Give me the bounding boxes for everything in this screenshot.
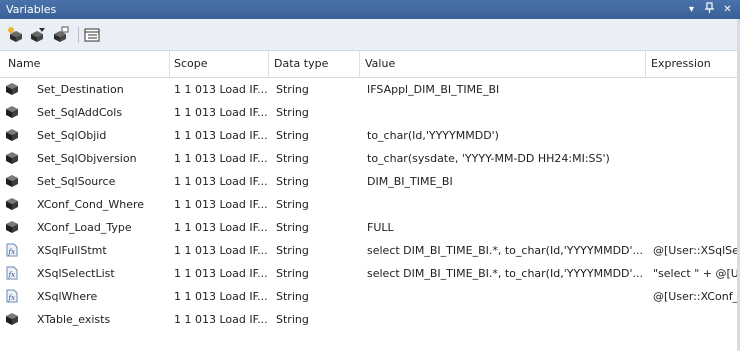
variable-data-type-cell[interactable]: String	[276, 170, 356, 193]
variable-expression-cell[interactable]	[653, 124, 740, 147]
variable-data-type-cell[interactable]: String	[276, 216, 356, 239]
close-icon[interactable]: ✕	[720, 2, 735, 17]
variable-expression-cell[interactable]	[653, 308, 740, 331]
variable-expression-cell[interactable]: @[User::XConf_	[653, 285, 740, 308]
expression-variable-icon: fx	[5, 266, 19, 280]
variable-scope-cell[interactable]: 1 1 013 Load IF...	[174, 216, 269, 239]
variable-icon	[5, 220, 19, 234]
variable-scope-cell[interactable]: 1 1 013 Load IF...	[174, 285, 269, 308]
variable-value-cell[interactable]: IFSAppl_DIM_BI_TIME_BI	[367, 78, 642, 101]
variable-scope-cell[interactable]: 1 1 013 Load IF...	[174, 147, 269, 170]
variable-data-type-cell[interactable]: String	[276, 193, 356, 216]
delete-variable-icon[interactable]	[29, 26, 47, 44]
variable-value-cell[interactable]: to_char(sysdate, 'YYYY-MM-DD HH24:MI:SS'…	[367, 147, 642, 170]
add-variable-icon[interactable]	[6, 26, 24, 44]
variable-name-cell[interactable]: Set_SqlAddCols	[37, 101, 167, 124]
variable-expression-cell[interactable]: "select " + @[U	[653, 262, 740, 285]
grid-options-icon[interactable]	[83, 26, 101, 44]
variable-expression-cell[interactable]: @[User::XSqlSe	[653, 239, 740, 262]
variable-value-cell[interactable]: to_char(Id,'YYYYMMDD')	[367, 124, 642, 147]
table-row[interactable]: Set_SqlObjid 1 1 013 Load IF... String to_c…	[0, 124, 740, 147]
variable-name-cell[interactable]: XConf_Cond_Where	[37, 193, 167, 216]
variable-data-type-cell[interactable]: String	[276, 262, 356, 285]
table-row[interactable]: Set_SqlSource 1 1 013 Load IF... String DIM…	[0, 170, 740, 193]
variable-data-type-cell[interactable]: String	[276, 239, 356, 262]
variable-value-cell[interactable]: select DIM_BI_TIME_BI.*, to_char(Id,'YYY…	[367, 239, 642, 262]
table-row[interactable]: fx XSqlSelectList 1 1 013 Load IF... String…	[0, 262, 740, 285]
panel-title: Variables	[6, 3, 57, 16]
variable-data-type-cell[interactable]: String	[276, 147, 356, 170]
variable-value-cell[interactable]	[367, 285, 642, 308]
table-row[interactable]: XConf_Load_Type 1 1 013 Load IF... String F…	[0, 216, 740, 239]
variable-icon	[5, 174, 19, 188]
variables-toolbar	[0, 19, 740, 51]
variable-scope-cell[interactable]: 1 1 013 Load IF...	[174, 101, 269, 124]
variable-name-cell[interactable]: XSqlSelectList	[37, 262, 167, 285]
variable-name-cell[interactable]: Set_SqlObjversion	[37, 147, 167, 170]
variable-expression-cell[interactable]	[653, 147, 740, 170]
variable-icon	[5, 105, 19, 119]
variable-scope-cell[interactable]: 1 1 013 Load IF...	[174, 124, 269, 147]
variable-scope-cell[interactable]: 1 1 013 Load IF...	[174, 193, 269, 216]
variable-icon	[5, 82, 19, 96]
variable-icon	[5, 151, 19, 165]
column-header-expression[interactable]: Expression	[646, 51, 740, 77]
variable-value-cell[interactable]: DIM_BI_TIME_BI	[367, 170, 642, 193]
panel-titlebar: Variables ▾ ✕	[0, 0, 740, 19]
variables-grid: Name Scope Data type Value Expression Se…	[0, 51, 740, 351]
table-row[interactable]: fx XSqlFullStmt 1 1 013 Load IF... String se…	[0, 239, 740, 262]
table-row[interactable]: Set_Destination 1 1 013 Load IF... String I…	[0, 78, 740, 101]
variable-scope-cell[interactable]: 1 1 013 Load IF...	[174, 262, 269, 285]
variable-name-cell[interactable]: XTable_exists	[37, 308, 167, 331]
variable-name-cell[interactable]: Set_SqlSource	[37, 170, 167, 193]
pin-icon[interactable]	[702, 2, 717, 17]
variable-data-type-cell[interactable]: String	[276, 285, 356, 308]
expression-variable-icon: fx	[5, 289, 19, 303]
variable-name-cell[interactable]: XConf_Load_Type	[37, 216, 167, 239]
variable-expression-cell[interactable]	[653, 101, 740, 124]
grid-header: Name Scope Data type Value Expression	[0, 51, 740, 78]
variable-value-cell[interactable]	[367, 101, 642, 124]
table-row[interactable]: Set_SqlObjversion 1 1 013 Load IF... Strin…	[0, 147, 740, 170]
svg-text:fx: fx	[8, 248, 16, 256]
table-row[interactable]: XConf_Cond_Where 1 1 013 Load IF... String	[0, 193, 740, 216]
variable-scope-cell[interactable]: 1 1 013 Load IF...	[174, 78, 269, 101]
variable-scope-cell[interactable]: 1 1 013 Load IF...	[174, 239, 269, 262]
variable-value-cell[interactable]: FULL	[367, 216, 642, 239]
variable-data-type-cell[interactable]: String	[276, 101, 356, 124]
variable-icon	[5, 312, 19, 326]
svg-text:fx: fx	[8, 294, 16, 302]
variable-expression-cell[interactable]	[653, 170, 740, 193]
column-header-scope[interactable]: Scope	[170, 51, 269, 77]
variable-name-cell[interactable]: Set_SqlObjid	[37, 124, 167, 147]
variable-scope-cell[interactable]: 1 1 013 Load IF...	[174, 308, 269, 331]
variable-name-cell[interactable]: XSqlFullStmt	[37, 239, 167, 262]
variable-data-type-cell[interactable]: String	[276, 308, 356, 331]
svg-text:fx: fx	[8, 271, 16, 279]
variable-data-type-cell[interactable]: String	[276, 124, 356, 147]
expression-variable-icon: fx	[5, 243, 19, 257]
variable-expression-cell[interactable]	[653, 193, 740, 216]
variable-icon	[5, 197, 19, 211]
move-variable-icon[interactable]	[52, 26, 70, 44]
variable-data-type-cell[interactable]: String	[276, 78, 356, 101]
variable-expression-cell[interactable]	[653, 216, 740, 239]
variable-scope-cell[interactable]: 1 1 013 Load IF...	[174, 170, 269, 193]
table-row[interactable]: XTable_exists 1 1 013 Load IF... String	[0, 308, 740, 331]
variable-name-cell[interactable]: XSqlWhere	[37, 285, 167, 308]
variable-value-cell[interactable]	[367, 308, 642, 331]
variable-expression-cell[interactable]	[653, 78, 740, 101]
table-row[interactable]: Set_SqlAddCols 1 1 013 Load IF... String	[0, 101, 740, 124]
column-header-value[interactable]: Value	[360, 51, 646, 77]
variable-name-cell[interactable]: Set_Destination	[37, 78, 167, 101]
variable-icon	[5, 128, 19, 142]
toolbar-separator	[78, 27, 79, 43]
table-row[interactable]: fx XSqlWhere 1 1 013 Load IF... String @[Use…	[0, 285, 740, 308]
column-header-data-type[interactable]: Data type	[269, 51, 360, 77]
column-header-name[interactable]: Name	[0, 51, 170, 77]
window-position-dropdown-icon[interactable]: ▾	[684, 2, 699, 17]
variable-value-cell[interactable]: select DIM_BI_TIME_BI.*, to_char(Id,'YYY…	[367, 262, 642, 285]
variable-value-cell[interactable]	[367, 193, 642, 216]
